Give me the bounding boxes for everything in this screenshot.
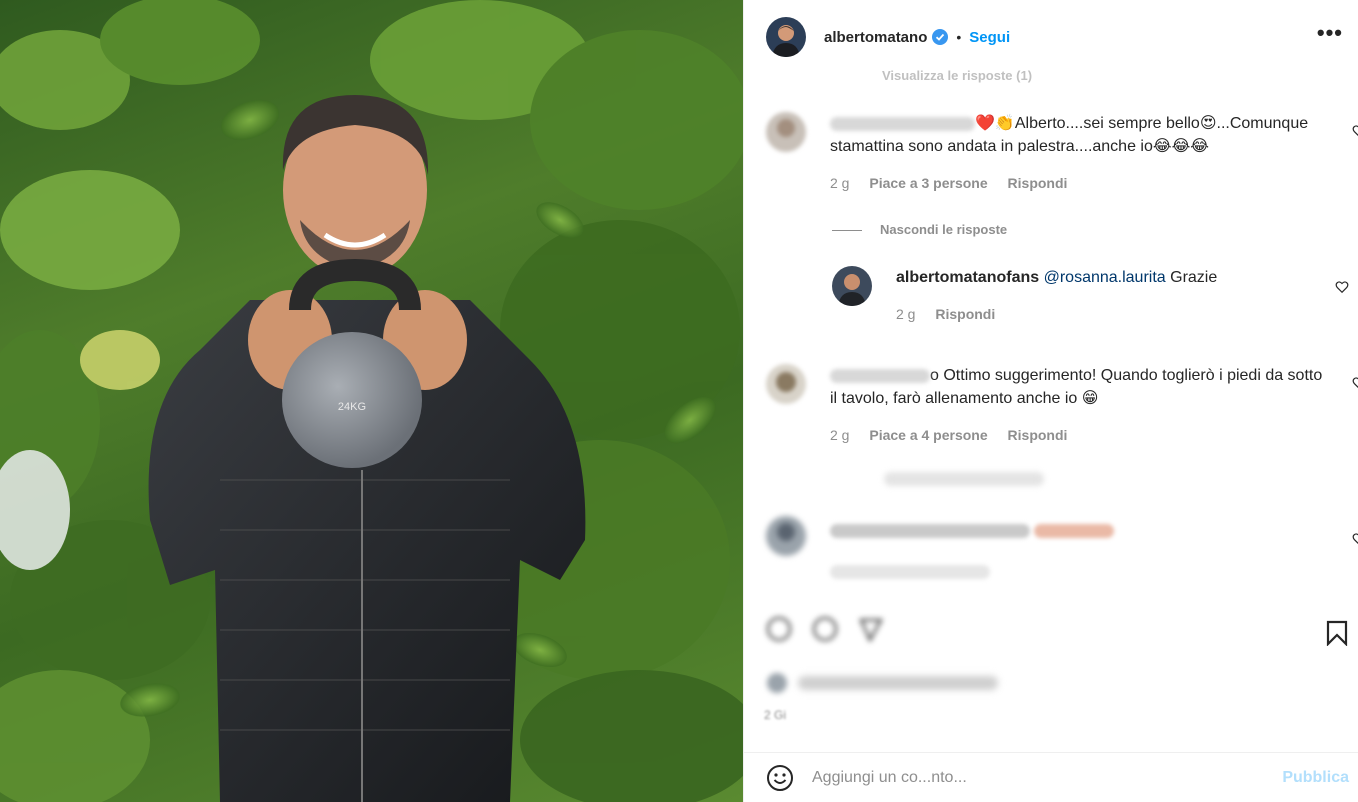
like-heart-icon[interactable]	[1352, 376, 1358, 390]
comment-item-blurred	[766, 516, 1358, 579]
likes-summary[interactable]	[766, 672, 998, 694]
header-separator: •	[956, 29, 962, 45]
like-heart-icon[interactable]	[1352, 124, 1358, 138]
post-image: 24KG	[0, 0, 743, 802]
like-icon[interactable]	[766, 616, 792, 642]
kettlebell-label: 24KG	[338, 401, 366, 413]
comment-likes[interactable]: Piace a 4 persone	[869, 427, 987, 443]
view-replies-link[interactable]: Visualizza le risposte (1)	[882, 68, 1032, 83]
bookmark-icon[interactable]	[1325, 620, 1349, 646]
commenter-avatar[interactable]	[766, 516, 806, 556]
like-heart-icon[interactable]	[1335, 280, 1349, 294]
like-heart-icon[interactable]	[1352, 532, 1358, 546]
commenter-username-tail: o	[930, 367, 939, 384]
reply-button[interactable]: Rispondi	[1008, 427, 1068, 443]
author-avatar[interactable]	[766, 17, 806, 57]
publish-button[interactable]: Pubblica	[1282, 769, 1349, 787]
comment-time: 2 g	[830, 175, 850, 191]
add-comment-input[interactable]	[812, 768, 1212, 787]
reply-avatar[interactable]	[832, 266, 872, 306]
hide-replies-link[interactable]: Nascondi le risposte	[832, 222, 1007, 237]
comment-time: 2 g	[830, 427, 850, 443]
reply-mention[interactable]: @rosanna.laurita	[1044, 269, 1166, 286]
reply-button[interactable]: Rispondi	[935, 306, 995, 322]
verified-badge-icon	[932, 29, 949, 45]
reply-username[interactable]: albertomatanofans	[896, 269, 1039, 286]
thread-line	[832, 230, 862, 232]
comment-emoji: ❤️👏	[975, 115, 1015, 132]
commenter-avatar[interactable]	[766, 364, 806, 404]
comment-item: ❤️👏Alberto....sei sempre bello😍...Comunq…	[766, 112, 1358, 195]
post-photo[interactable]: 24KG	[0, 0, 743, 802]
follow-button[interactable]: Segui	[969, 29, 1010, 46]
commenter-avatar[interactable]	[766, 112, 806, 152]
commenter-username-blurred[interactable]	[830, 116, 975, 131]
post-sidebar: albertomatano • Segui ••• Visualizza le …	[743, 0, 1358, 802]
reply-text: Grazie	[1165, 269, 1218, 286]
comment-likes[interactable]: Piace a 3 persone	[869, 175, 987, 191]
reply-button[interactable]: Rispondi	[1008, 175, 1068, 191]
blurred-view-replies[interactable]	[884, 472, 1044, 486]
hide-replies-label: Nascondi le risposte	[880, 222, 1008, 237]
reply-time: 2 g	[896, 306, 916, 322]
post-actions	[744, 612, 1358, 652]
commenter-username-blurred[interactable]	[830, 368, 930, 383]
smiley-icon[interactable]	[766, 764, 794, 792]
author-username[interactable]: albertomatano	[824, 29, 927, 46]
share-icon[interactable]	[858, 616, 884, 642]
add-comment-bar: Pubblica	[744, 752, 1358, 802]
reply-item: albertomatanofans @rosanna.laurita Grazi…	[832, 266, 1349, 326]
comments-list[interactable]: Visualizza le risposte (1) ❤️👏Alberto...…	[744, 60, 1358, 620]
comment-icon[interactable]	[812, 616, 838, 642]
comment-item: o Ottimo suggerimento! Quando toglierò i…	[766, 364, 1358, 447]
post-date[interactable]: 2 Gi	[764, 708, 786, 722]
more-options-icon[interactable]: •••	[1317, 22, 1343, 44]
